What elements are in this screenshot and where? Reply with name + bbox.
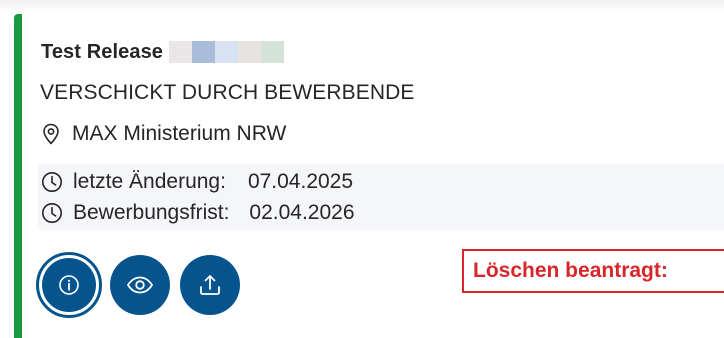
last-change-label: letzte Änderung: xyxy=(73,170,226,193)
view-button[interactable] xyxy=(110,255,170,315)
deadline-value: 02.04.2026 xyxy=(249,201,355,224)
organization-name: MAX Ministerium NRW xyxy=(72,122,287,145)
last-change-value: 07.04.2025 xyxy=(247,170,354,193)
redacted-title-suffix xyxy=(169,41,285,63)
export-button[interactable] xyxy=(180,255,240,315)
dates-block: letzte Änderung: 07.04.2025 Bewerbungsfr… xyxy=(38,164,724,230)
eye-icon xyxy=(126,276,154,294)
canvas: Test Release VERSCHICKT DURCH BEWERBENDE… xyxy=(0,0,724,338)
title-row: Test Release xyxy=(41,38,285,66)
delete-requested-badge: Löschen beantragt: xyxy=(462,249,724,293)
clock-icon xyxy=(42,172,62,192)
release-status: VERSCHICKT DURCH BEWERBENDE xyxy=(40,81,415,104)
status-accent-bar xyxy=(14,14,22,338)
upload-icon xyxy=(200,275,220,295)
release-card: Test Release VERSCHICKT DURCH BEWERBENDE… xyxy=(0,0,724,338)
organization-row: MAX Ministerium NRW xyxy=(41,122,286,146)
release-title: Test Release xyxy=(41,40,164,63)
info-icon xyxy=(59,275,79,295)
action-buttons xyxy=(36,252,250,318)
location-pin-icon xyxy=(43,123,59,145)
clock-icon xyxy=(42,203,62,223)
last-change-row: letzte Änderung: 07.04.2025 xyxy=(41,170,353,194)
deadline-label: Bewerbungsfrist: xyxy=(73,201,230,224)
info-button[interactable] xyxy=(36,252,102,318)
info-button-face xyxy=(42,258,96,312)
deadline-row: Bewerbungsfrist: 02.04.2026 xyxy=(41,201,355,225)
card-top-shadow xyxy=(0,0,724,14)
